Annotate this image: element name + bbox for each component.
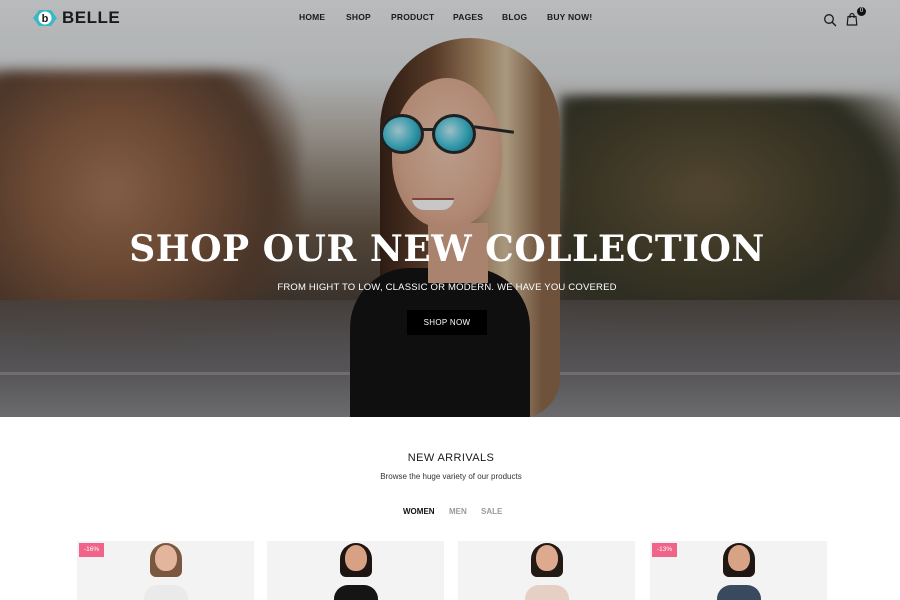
shop-now-button[interactable]: SHOP NOW <box>407 310 487 335</box>
discount-badge: -13% <box>652 543 678 557</box>
product-image <box>524 543 569 600</box>
product-card[interactable]: -13% <box>650 541 827 600</box>
section-subtitle: Browse the huge variety of our products <box>380 472 522 481</box>
hero-subtitle: FROM HIGHT TO LOW, CLASSIC OR MODERN. WE… <box>277 282 617 293</box>
tab-women[interactable]: WOMEN <box>403 507 435 516</box>
product-grid: -16% -13% <box>0 541 900 600</box>
nav-item-buy-now[interactable]: BUY NOW! <box>547 12 592 22</box>
product-card[interactable] <box>267 541 444 600</box>
logo-icon: b <box>32 8 58 28</box>
tab-men[interactable]: MEN <box>449 507 467 516</box>
brand-logo[interactable]: b BELLE <box>32 8 120 28</box>
nav-item-home[interactable]: HOME <box>299 12 325 22</box>
header: b BELLE HOME SHOP PRODUCT PAGES BLOG BUY… <box>0 0 900 36</box>
hero-overlay <box>0 0 900 417</box>
product-image <box>716 543 761 600</box>
product-image <box>143 543 188 600</box>
product-card[interactable] <box>458 541 635 600</box>
section-title: NEW ARRIVALS <box>407 452 495 464</box>
tab-sale[interactable]: SALE <box>481 507 502 516</box>
hero-banner: SHOP OUR NEW COLLECTION FROM HIGHT TO LO… <box>0 0 900 417</box>
product-image <box>333 543 378 600</box>
nav-item-blog[interactable]: BLOG <box>502 12 527 22</box>
hero-title: SHOP OUR NEW COLLECTION <box>129 228 765 270</box>
discount-badge: -16% <box>79 543 105 557</box>
nav-item-product[interactable]: PRODUCT <box>391 12 434 22</box>
svg-text:b: b <box>42 13 49 25</box>
nav-item-pages[interactable]: PAGES <box>453 12 483 22</box>
brand-name: BELLE <box>62 8 121 27</box>
search-icon[interactable] <box>823 12 837 27</box>
cart-count-badge: 0 <box>857 7 866 16</box>
nav-item-shop[interactable]: SHOP <box>346 12 371 22</box>
product-card[interactable]: -16% <box>77 541 254 600</box>
